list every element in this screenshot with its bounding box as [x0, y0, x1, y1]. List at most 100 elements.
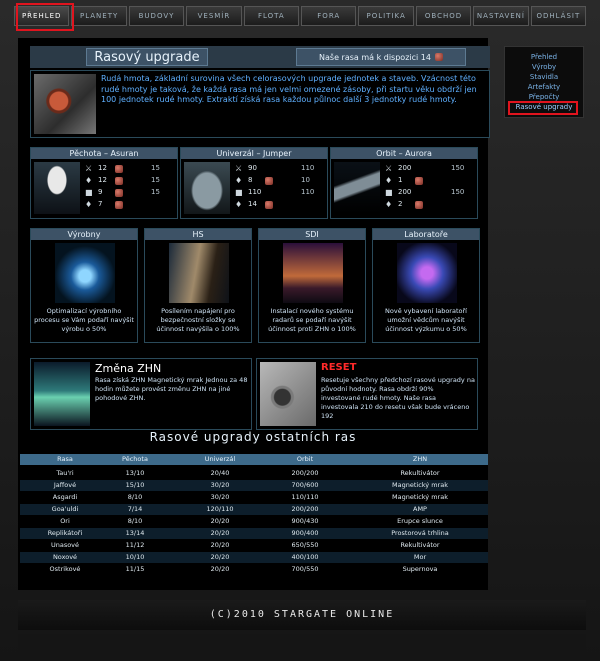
nav-vesmir[interactable]: VESMÍR [186, 6, 242, 26]
armor-icon: ■ [385, 188, 393, 197]
table-row: Ori 8/10 20/20 900/430 Erupce slunce [60, 517, 443, 525]
side-item-stavidla[interactable]: Stavidla [505, 73, 583, 81]
special-title: Změna ZHN [95, 362, 162, 375]
table-row: Replikátoři 13/14 20/20 900/400 Prostorová t… [20, 528, 488, 539]
page-frame: PŘEHLED PLANETY BUDOVY VESMÍR FLOTA FORA… [0, 0, 600, 661]
unit-stat-row: ■ 110 110 [235, 188, 315, 197]
page-title: Rasový upgrade [86, 48, 208, 66]
ore-icon[interactable] [115, 165, 123, 173]
armor-icon: ■ [235, 188, 243, 197]
unit-image-aurora [334, 162, 380, 214]
unit-stat-row: ♦ 7 [85, 200, 175, 211]
reset-button-image[interactable] [260, 362, 316, 426]
unit-stat-row: ♦ 14 [235, 200, 325, 211]
unit-card-orbit: Orbit – Aurora ⚔ 200 150 ♦ 1 ■ 200 150 ♦ 2 [330, 147, 478, 219]
unit-image-asuran [34, 162, 80, 214]
unit-stat-row: ⚔ 90 110 [235, 164, 315, 173]
ore-icon[interactable] [265, 201, 273, 209]
unit-stat-row: ■ 200 150 [385, 188, 465, 197]
building-description: Optimalizací výrobního procesu se Vám po… [34, 307, 134, 333]
special-card-reset: RESET Resetuje všechny předchozí rasové … [256, 358, 478, 430]
shield2-icon: ♦ [385, 200, 393, 209]
unit-stat-row: ♦ 12 15 [85, 176, 160, 185]
building-description: Nově vybavení laboratoří umožní vědcům n… [385, 307, 467, 333]
sword-icon: ⚔ [385, 164, 393, 173]
ore-points-counter: Naše rasa má k dispozici 14 [296, 48, 466, 66]
nav-planety[interactable]: PLANETY [71, 6, 127, 26]
building-image-sdi [283, 243, 343, 303]
main-content: Rasový upgrade Naše rasa má k dispozici … [18, 38, 490, 590]
side-item-prepocty[interactable]: Přepočty [505, 93, 583, 101]
building-name: Laboratoře [373, 229, 479, 240]
armor-icon: ■ [85, 188, 93, 197]
table-row: Unasové 11/12 20/20 650/550 Rekultivátor [50, 541, 440, 549]
side-item-vyroby[interactable]: Výroby [505, 63, 583, 71]
aurora-image [34, 362, 90, 426]
highlight-rasove-upgrady [508, 101, 578, 115]
building-image-hs [169, 243, 229, 303]
intro-text: Rudá hmota, základní surovina všech celo… [101, 74, 477, 104]
special-title: RESET [321, 362, 357, 373]
unit-stat-row: ■ 9 15 [85, 188, 160, 197]
shield-icon: ♦ [385, 176, 393, 185]
nav-odhlasit[interactable]: ODHLÁSIT [530, 6, 587, 26]
table-header: Rasa Pěchota Univerzál Orbit ZHN [20, 454, 488, 465]
ore-icon[interactable] [415, 201, 423, 209]
table-row: Noxové 10/10 20/20 400/100 Mor [20, 552, 488, 563]
shield2-icon: ♦ [85, 200, 93, 209]
ore-points-label: Naše rasa má k dispozici 14 [319, 52, 431, 62]
shield2-icon: ♦ [235, 200, 243, 209]
sword-icon: ⚔ [85, 164, 93, 173]
unit-card-pechota: Pěchota – Asuran ⚔ 12 15 ♦ 12 15 ■ 9 15 ♦ 7 [30, 147, 178, 219]
table-row: Asgardi 8/10 30/20 110/110 Magnetický mrak [52, 493, 448, 501]
building-card-hs: HS Posílením napájení pro bezpečnostní s… [144, 228, 252, 343]
building-description: Instalací nového systému radarů se podař… [268, 307, 356, 333]
footer: (C)2010 STARGATE ONLINE [18, 600, 586, 630]
unit-stat-row: ♦ 8 10 [235, 176, 310, 185]
unit-image-jumper [184, 162, 230, 214]
unit-stat-row: ♦ 2 [385, 200, 475, 211]
highlight-nav-prehled [16, 3, 74, 31]
building-name: SDI [259, 229, 365, 240]
table-row: Jaffové 15/10 30/20 700/600 Magnetický mrak [20, 480, 488, 491]
side-item-prehled[interactable]: Přehled [505, 53, 583, 61]
ore-icon [434, 53, 443, 61]
ore-icon[interactable] [415, 177, 423, 185]
ore-icon[interactable] [115, 201, 123, 209]
others-title: Rasové upgrady ostatních ras [149, 430, 357, 444]
ore-icon[interactable] [265, 177, 273, 185]
nav-fora[interactable]: FORA [301, 6, 357, 26]
table-row: Tau'ri 13/10 20/40 200/200 Rekultivátor [56, 469, 440, 477]
shield-icon: ♦ [235, 176, 243, 185]
unit-name: Univerzál – Jumper [181, 148, 327, 159]
ore-icon[interactable] [115, 177, 123, 185]
side-item-artefakty[interactable]: Artefakty [505, 83, 583, 91]
unit-stat-row: ⚔ 200 150 [385, 164, 465, 173]
nav-nastaveni[interactable]: NASTAVENÍ [473, 6, 529, 26]
building-name: HS [145, 229, 251, 240]
intro-box: Rudá hmota, základní surovina všech celo… [30, 70, 490, 138]
nav-budovy[interactable]: BUDOVY [128, 6, 185, 26]
nav-flota[interactable]: FLOTA [243, 6, 300, 26]
unit-name: Orbit – Aurora [331, 148, 477, 159]
nav-obchod[interactable]: OBCHOD [415, 6, 472, 26]
building-image-laboratore [397, 243, 457, 303]
unit-stat-row: ♦ 1 [385, 176, 475, 187]
unit-card-univerzal: Univerzál – Jumper ⚔ 90 110 ♦ 8 10 ■ 110 110 ♦… [180, 147, 328, 219]
nav-politika[interactable]: POLITIKA [358, 6, 414, 26]
sword-icon: ⚔ [235, 164, 243, 173]
building-description: Posílením napájení pro bezpečnostní slož… [156, 307, 240, 333]
building-image-vyrobny [55, 243, 115, 303]
special-card-zmena-zhn: Změna ZHN Rasa získá ZHN Magnetický mrak… [30, 358, 252, 430]
unit-stat-row: ⚔ 12 15 [85, 164, 160, 173]
footer-title: (C)2010 STARGATE ONLINE [209, 609, 395, 620]
ore-icon[interactable] [115, 189, 123, 197]
shield-icon: ♦ [85, 176, 93, 185]
special-description: Resetuje všechny předchozí rasové upgrad… [321, 376, 475, 420]
top-nav: PŘEHLED PLANETY BUDOVY VESMÍR FLOTA FORA… [14, 6, 587, 26]
bottom-strip [18, 634, 586, 656]
building-card-sdi: SDI Instalací nového systému radarů se p… [258, 228, 366, 343]
red-matter-image [34, 74, 96, 134]
building-name: Výrobny [31, 229, 137, 240]
unit-name: Pěchota – Asuran [31, 148, 177, 159]
